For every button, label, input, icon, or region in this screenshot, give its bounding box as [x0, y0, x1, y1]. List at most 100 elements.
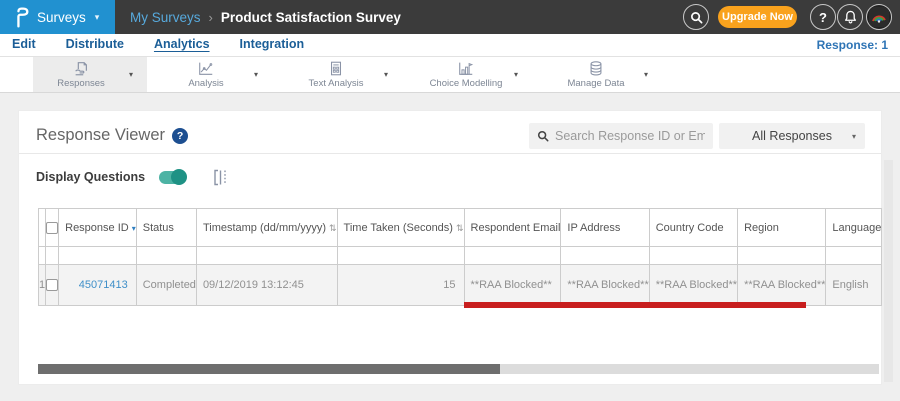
header-time-taken[interactable]: Time Taken (Seconds) ⇅: [336, 208, 465, 247]
header-response-id[interactable]: Response ID ▾: [58, 208, 137, 247]
text-analysis-icon: [330, 61, 342, 76]
horizontal-scrollbar[interactable]: [38, 364, 879, 374]
vertical-scrollbar[interactable]: [884, 160, 893, 382]
choice-modelling-icon: [459, 62, 474, 75]
header-language: Language: [825, 208, 883, 247]
analysis-dropdown-icon[interactable]: ▾: [254, 70, 272, 79]
global-search-button[interactable]: [683, 4, 709, 30]
row-checkbox[interactable]: [46, 279, 58, 292]
toolbar-label-choice-modelling: Choice Modelling: [429, 78, 503, 89]
bell-icon: [844, 10, 856, 24]
region-cell: **RAA Blocked**: [737, 264, 827, 306]
header-status: Status: [135, 208, 197, 247]
product-menu-label: Surveys: [37, 9, 86, 25]
horizontal-scrollbar-thumb[interactable]: [38, 364, 500, 374]
freeze-columns-icon[interactable]: [213, 169, 228, 186]
breadcrumb-current-survey: Product Satisfaction Survey: [220, 9, 401, 25]
timestamp-cell: 09/12/2019 13:12:45: [195, 264, 338, 306]
time-taken-cell: 15: [336, 264, 465, 306]
upgrade-now-button[interactable]: Upgrade Now: [718, 6, 797, 28]
filter-response-id[interactable]: [58, 246, 137, 265]
text-analysis-dropdown-icon[interactable]: ▾: [384, 70, 402, 79]
toolbar-item-responses[interactable]: Responses ▾: [33, 57, 147, 92]
breadcrumb: My Surveys › Product Satisfaction Survey: [115, 0, 401, 34]
table-header-row: Response ID ▾ Status Timestamp (dd/mm/yyy…: [37, 208, 883, 247]
help-button[interactable]: ?: [810, 4, 836, 30]
analysis-icon: [199, 62, 213, 75]
analytics-toolbar: Responses ▾ Analysis ▾ Text Analysis ▾ C…: [0, 57, 900, 93]
tab-analytics[interactable]: Analytics: [154, 37, 210, 53]
notifications-button[interactable]: [837, 4, 863, 30]
responses-dropdown-icon[interactable]: ▾: [129, 70, 147, 79]
table-filter-row: [37, 246, 883, 265]
survey-tab-bar: Edit Distribute Analytics Integration Re…: [0, 34, 900, 57]
filter-country-code[interactable]: [648, 246, 739, 265]
header-timestamp[interactable]: Timestamp (dd/mm/yyyy) ⇅: [195, 208, 338, 247]
ip-address-cell: **RAA Blocked**: [560, 264, 650, 306]
toolbar-item-choice-modelling[interactable]: Choice Modelling ▾: [418, 57, 532, 92]
choice-modelling-dropdown-icon[interactable]: ▾: [514, 70, 532, 79]
country-code-cell: **RAA Blocked**: [648, 264, 739, 306]
search-icon: [690, 11, 702, 23]
response-filter-select[interactable]: All Responses ▾: [719, 123, 865, 149]
header-select-all: [45, 208, 60, 247]
response-filter-value: All Responses: [752, 129, 832, 143]
toolbar-item-manage-data[interactable]: Manage Data ▾: [548, 57, 662, 92]
annotation-highlight-line: [464, 302, 806, 308]
row-select-cell: [45, 264, 60, 306]
question-mark-icon: ?: [819, 9, 827, 25]
select-all-checkbox[interactable]: [46, 221, 58, 234]
chevron-down-icon: ▾: [94, 11, 100, 22]
toolbar-label-manage-data: Manage Data: [567, 78, 625, 89]
response-count-label: Response: 1: [816, 38, 888, 52]
filter-region[interactable]: [737, 246, 827, 265]
response-viewer-help-icon[interactable]: ?: [172, 127, 189, 144]
toolbar-item-analysis[interactable]: Analysis ▾: [158, 57, 272, 92]
user-avatar[interactable]: [866, 4, 892, 30]
questionpro-logo-icon: [17, 6, 29, 28]
product-switcher[interactable]: Surveys ▾: [0, 0, 115, 34]
manage-data-icon: [590, 61, 602, 76]
display-questions-toggle[interactable]: [159, 169, 188, 185]
tab-distribute[interactable]: Distribute: [66, 37, 124, 53]
status-cell: Completed: [135, 264, 197, 306]
filter-ip-address[interactable]: [560, 246, 650, 265]
language-cell: English: [825, 264, 883, 306]
filter-timestamp[interactable]: [195, 246, 338, 265]
breadcrumb-separator-icon: ›: [208, 9, 213, 25]
header-region: Region: [737, 208, 827, 247]
toolbar-item-text-analysis[interactable]: Text Analysis ▾: [288, 57, 402, 92]
filter-respondent-email[interactable]: [463, 246, 562, 265]
divider: [19, 153, 881, 154]
filter-language[interactable]: [825, 246, 883, 265]
header-row-number: [37, 208, 47, 247]
respondent-email-cell: **RAA Blocked**: [463, 264, 562, 306]
filter-time-taken[interactable]: [336, 246, 465, 265]
avatar-image: [869, 7, 889, 27]
page-title: Response Viewer: [36, 126, 166, 144]
manage-data-dropdown-icon[interactable]: ▾: [644, 70, 662, 79]
response-search-input[interactable]: [555, 129, 705, 143]
search-icon: [537, 130, 549, 142]
breadcrumb-my-surveys[interactable]: My Surveys: [130, 10, 201, 25]
response-search-box[interactable]: [529, 123, 713, 149]
responses-table: Response ID ▾ Status Timestamp (dd/mm/yyy…: [37, 208, 883, 306]
sort-icon: ⇅: [328, 223, 337, 234]
toolbar-label-responses: Responses: [57, 78, 105, 89]
toggle-knob: [171, 169, 188, 185]
row-number: 1: [37, 264, 47, 306]
filter-status[interactable]: [135, 246, 197, 265]
toolbar-label-analysis: Analysis: [188, 78, 224, 89]
tab-integration[interactable]: Integration: [240, 37, 305, 53]
responses-icon: [75, 62, 87, 76]
table-row: 1 45071413 Completed 09/12/2019 13:12:45…: [37, 264, 883, 306]
response-id-cell[interactable]: 45071413: [58, 264, 137, 306]
chevron-down-icon: ▾: [851, 131, 856, 141]
response-viewer-panel: Response Viewer ? All Responses ▾ Displa…: [18, 110, 883, 385]
header-ip-address: IP Address: [560, 208, 650, 247]
sort-icon: ⇅: [455, 223, 464, 234]
toolbar-label-text-analysis: Text Analysis: [308, 78, 364, 89]
top-bar: Surveys ▾ My Surveys › Product Satisfact…: [0, 0, 900, 34]
tab-edit[interactable]: Edit: [12, 37, 36, 53]
header-country-code: Country Code: [648, 208, 739, 247]
